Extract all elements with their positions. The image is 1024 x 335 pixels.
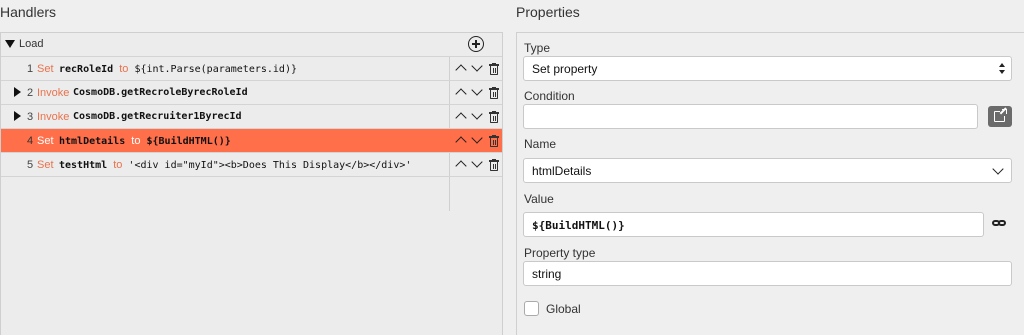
collapse-arrow-icon[interactable] <box>5 40 15 48</box>
properties-panel: Type Set property Condition Name htmlDet… <box>516 32 1024 335</box>
type-label: Type <box>524 41 551 55</box>
handler-step-3[interactable]: 3 Invoke CosmoDB.getRecruiter1ByrecId <box>1 105 502 129</box>
load-group-header[interactable]: Load <box>1 33 502 57</box>
step-keyword: Invoke <box>37 111 70 123</box>
step-number: 1 <box>27 63 34 75</box>
name-select-value: htmlDetails <box>532 164 592 178</box>
step-value: '<div id="myId"><b>Does This Display</b>… <box>128 160 412 171</box>
add-step-icon[interactable] <box>468 36 484 52</box>
value-input-value: ${BuildHTML()} <box>532 219 625 232</box>
step-actions <box>454 132 502 149</box>
handler-step-4[interactable]: 4 Set htmlDetails to ${BuildHTML()} <box>1 129 502 153</box>
step-expression: htmlDetails to ${BuildHTML()} <box>59 135 231 147</box>
step-expression: recRoleId to ${int.Parse(parameters.id)} <box>59 63 297 75</box>
step-actions <box>454 108 502 125</box>
value-label: Value <box>524 192 554 206</box>
step-target: CosmoDB.getRecroleByrecRoleId <box>73 87 248 98</box>
expand-arrow-icon[interactable] <box>14 87 21 97</box>
handler-step-2[interactable]: 2 Invoke CosmoDB.getRecroleByrecRoleId <box>1 81 502 105</box>
step-value: ${int.Parse(parameters.id)} <box>134 64 297 75</box>
step-actions <box>454 60 502 77</box>
property-type-label: Property type <box>524 246 596 260</box>
step-target: recRoleId <box>59 64 114 75</box>
move-up-icon[interactable] <box>454 61 470 77</box>
global-checkbox[interactable] <box>524 301 539 316</box>
load-group-label: Load <box>19 38 44 50</box>
name-select[interactable]: htmlDetails <box>523 158 1012 183</box>
property-type-value: string <box>532 267 562 281</box>
properties-heading: Properties <box>516 4 580 20</box>
step-target: CosmoDB.getRecruiter1ByrecId <box>73 111 242 122</box>
type-select-value: Set property <box>532 62 598 76</box>
type-select[interactable]: Set property <box>523 56 1012 81</box>
trash-icon[interactable] <box>486 61 502 77</box>
handlers-heading: Handlers <box>0 4 57 20</box>
step-keyword: Invoke <box>37 87 70 99</box>
step-target: htmlDetails <box>59 136 126 147</box>
expand-arrow-icon[interactable] <box>14 111 21 121</box>
condition-label: Condition <box>524 89 575 103</box>
step-actions <box>454 156 502 173</box>
trash-icon[interactable] <box>486 157 502 173</box>
move-down-icon[interactable] <box>470 60 486 77</box>
move-up-icon[interactable] <box>454 157 470 173</box>
step-to-keyword: to <box>113 159 123 171</box>
move-down-icon[interactable] <box>470 108 486 125</box>
step-number: 3 <box>27 111 34 123</box>
move-down-icon[interactable] <box>470 132 486 149</box>
trash-icon[interactable] <box>486 133 502 149</box>
move-up-icon[interactable] <box>454 109 470 125</box>
trash-icon[interactable] <box>486 85 502 101</box>
condition-input[interactable] <box>523 104 978 129</box>
step-actions <box>454 84 502 101</box>
step-to-keyword: to <box>131 135 141 147</box>
name-label: Name <box>524 137 557 151</box>
step-to-keyword: to <box>119 63 129 75</box>
move-down-icon[interactable] <box>470 156 486 173</box>
trash-icon[interactable] <box>486 109 502 125</box>
chevron-down-icon <box>992 163 1004 175</box>
step-keyword: Set <box>37 63 54 75</box>
popout-button[interactable] <box>988 106 1012 127</box>
step-value: ${BuildHTML()} <box>146 136 231 147</box>
global-label: Global <box>546 302 581 316</box>
step-target: testHtml <box>59 160 108 171</box>
step-keyword: Set <box>37 135 54 147</box>
property-type-input[interactable]: string <box>523 261 1012 286</box>
select-updown-icon <box>999 63 1005 75</box>
value-input[interactable]: ${BuildHTML()} <box>523 212 984 237</box>
handler-step-5[interactable]: 5 Set testHtml to '<div id="myId"><b>Doe… <box>1 153 502 177</box>
step-number: 5 <box>27 159 34 171</box>
move-up-icon[interactable] <box>454 85 470 101</box>
handlers-panel: Load 1 Set recRoleId to ${int.Parse(para… <box>0 32 503 335</box>
move-up-icon[interactable] <box>454 133 470 149</box>
step-number: 4 <box>27 135 34 147</box>
handler-step-1[interactable]: 1 Set recRoleId to ${int.Parse(parameter… <box>1 57 502 81</box>
move-down-icon[interactable] <box>470 84 486 101</box>
step-number: 2 <box>27 87 34 99</box>
step-expression: testHtml to '<div id="myId"><b>Does This… <box>59 159 411 171</box>
step-keyword: Set <box>37 159 54 171</box>
link-icon[interactable] <box>991 218 1007 228</box>
